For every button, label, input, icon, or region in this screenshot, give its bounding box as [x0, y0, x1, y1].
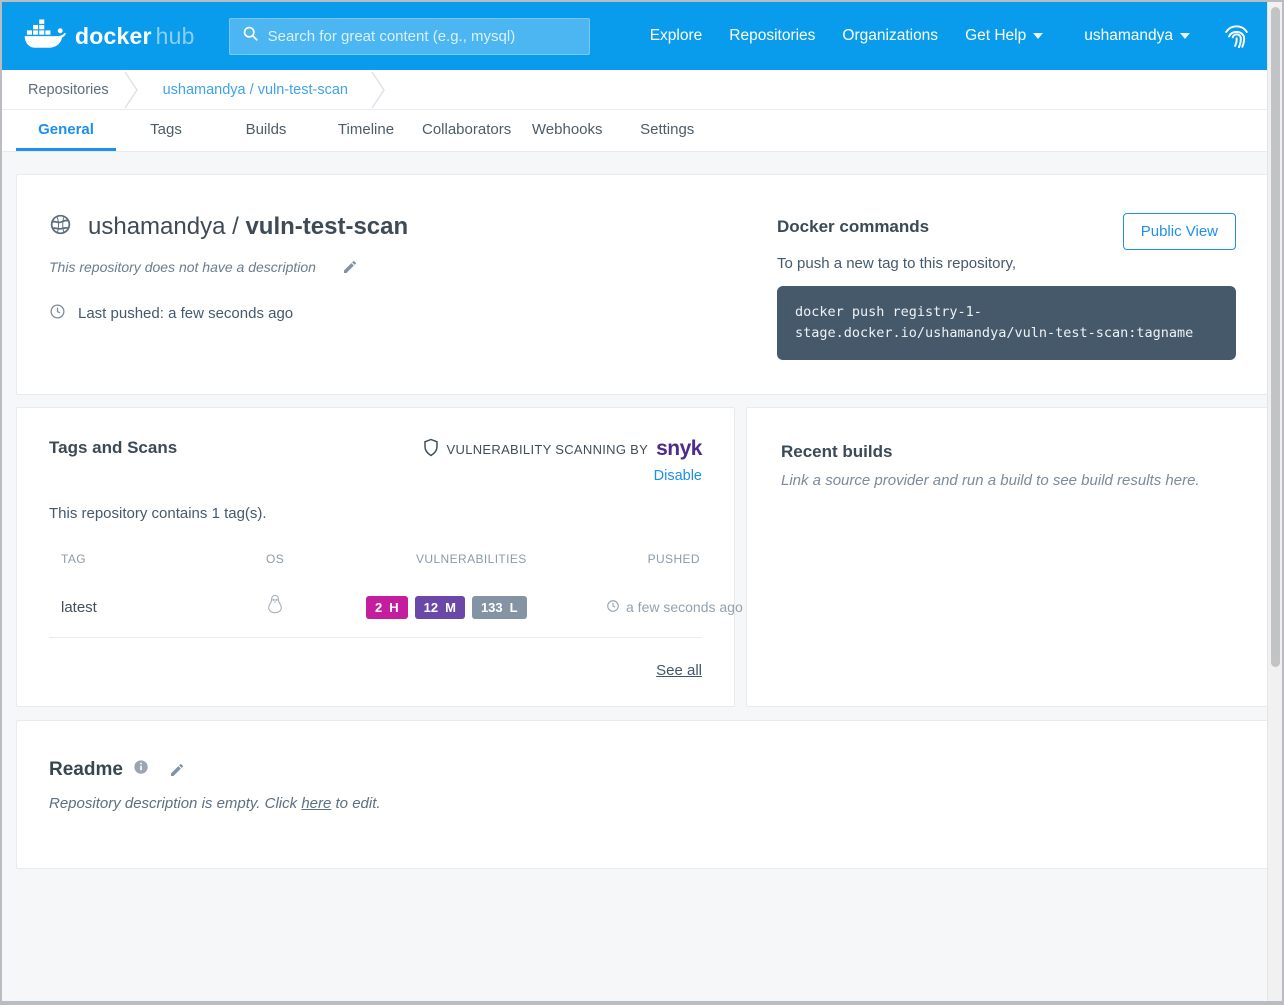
- breadcrumb-current-repo[interactable]: ushamandya / vuln-test-scan: [163, 70, 348, 109]
- tab-tags[interactable]: Tags: [116, 110, 216, 151]
- tags-table-header: TAG OS VULNERABILITIES PUSHED: [49, 552, 702, 580]
- repo-tabs: General Tags Builds Timeline Collaborato…: [2, 110, 1282, 152]
- brand-wordmark: dockerhub: [75, 23, 195, 50]
- recent-builds-title: Recent builds: [781, 442, 1234, 462]
- breadcrumb-chevron-icon: [123, 70, 145, 109]
- global-search[interactable]: [229, 18, 590, 55]
- tab-settings[interactable]: Settings: [617, 110, 717, 151]
- chevron-down-icon: [1180, 33, 1190, 39]
- tags-scans-title: Tags and Scans: [49, 438, 177, 458]
- medium-severity-badge[interactable]: 12M: [415, 596, 465, 619]
- chevron-down-icon: [1033, 33, 1043, 39]
- tag-pushed-time: a few seconds ago: [606, 599, 745, 616]
- tab-timeline[interactable]: Timeline: [316, 110, 416, 151]
- readme-empty-message: Repository description is empty. Click h…: [49, 795, 1236, 812]
- repo-owner: ushamandya /: [88, 213, 245, 240]
- tab-builds[interactable]: Builds: [216, 110, 316, 151]
- edit-here-link[interactable]: here: [301, 795, 331, 812]
- edit-readme-pencil-icon[interactable]: [169, 762, 185, 778]
- search-input[interactable]: [268, 28, 577, 45]
- top-navbar: dockerhub Explore Repositories Organizat…: [2, 2, 1282, 70]
- nav-repositories[interactable]: Repositories: [729, 27, 815, 45]
- repo-name: vuln-test-scan: [245, 213, 408, 240]
- tags-table: TAG OS VULNERABILITIES PUSHED latest: [49, 552, 702, 680]
- nav-explore[interactable]: Explore: [650, 27, 703, 45]
- docker-whale-icon: [24, 18, 66, 55]
- disable-scanning-link[interactable]: Disable: [654, 468, 702, 484]
- repo-description-placeholder: This repository does not have a descript…: [49, 259, 316, 275]
- page-title: ushamandya / vuln-test-scan: [88, 213, 408, 241]
- info-icon: [133, 759, 149, 780]
- nav-get-help-menu[interactable]: Get Help: [965, 27, 1043, 45]
- see-all-link[interactable]: See all: [656, 662, 702, 679]
- edit-description-pencil-icon[interactable]: [342, 259, 358, 275]
- docker-hub-logo[interactable]: dockerhub: [24, 18, 195, 55]
- readme-card: Readme Repository description is empty. …: [16, 720, 1269, 869]
- vertical-scrollbar[interactable]: [1267, 2, 1282, 1001]
- repo-info: ushamandya / vuln-test-scan This reposit…: [49, 213, 777, 360]
- breadcrumb-repositories[interactable]: Repositories: [28, 70, 109, 109]
- column-header-vulnerabilities: VULNERABILITIES: [416, 552, 606, 566]
- recent-builds-card: Recent builds Link a source provider and…: [746, 407, 1269, 707]
- globe-icon: [49, 213, 72, 241]
- tag-name-link[interactable]: latest: [61, 599, 266, 616]
- low-severity-badge[interactable]: 133L: [472, 596, 527, 619]
- clock-icon: [606, 599, 620, 616]
- vulnerability-scanning-block: VULNERABILITY SCANNING BY snyk Disable: [423, 438, 702, 485]
- docker-commands-panel: Docker commands Public View To push a ne…: [777, 213, 1236, 360]
- column-header-tag: TAG: [61, 552, 266, 566]
- recent-builds-empty-message: Link a source provider and run a build t…: [781, 472, 1234, 489]
- public-view-button[interactable]: Public View: [1123, 213, 1236, 250]
- clock-icon: [49, 303, 66, 324]
- high-severity-badge[interactable]: 2H: [366, 596, 408, 619]
- middle-row: Tags and Scans VULNERABILITY SCANNING BY…: [16, 407, 1269, 707]
- nav-user-menu[interactable]: ushamandya: [1084, 27, 1190, 45]
- column-header-pushed: PUSHED: [606, 552, 702, 566]
- tags-and-scans-card: Tags and Scans VULNERABILITY SCANNING BY…: [16, 407, 735, 707]
- docker-hub-repository-page: dockerhub Explore Repositories Organizat…: [0, 0, 1284, 1005]
- search-icon: [242, 25, 259, 47]
- column-header-os: OS: [266, 552, 416, 566]
- nav-organizations[interactable]: Organizations: [842, 27, 938, 45]
- scrollbar-thumb[interactable]: [1271, 7, 1280, 667]
- breadcrumb-chevron-icon: [370, 70, 392, 109]
- vulnerability-badges: 2H 12M 133L: [366, 596, 606, 619]
- tag-count-summary: This repository contains 1 tag(s).: [49, 505, 702, 522]
- table-row: latest 2H 12M 133L: [49, 580, 702, 638]
- last-pushed-text: Last pushed: a few seconds ago: [78, 305, 293, 322]
- shield-icon: [423, 438, 439, 462]
- tab-webhooks[interactable]: Webhooks: [517, 110, 617, 151]
- tab-collaborators[interactable]: Collaborators: [416, 110, 517, 151]
- tab-general[interactable]: General: [16, 110, 116, 151]
- fingerprint-avatar-icon[interactable]: [1221, 21, 1252, 52]
- breadcrumb: Repositories ushamandya / vuln-test-scan: [2, 70, 1282, 110]
- push-instruction-text: To push a new tag to this repository,: [777, 255, 1236, 272]
- navbar-links: Explore Repositories Organizations Get H…: [650, 21, 1252, 52]
- docker-push-command[interactable]: docker push registry-1-stage.docker.io/u…: [777, 286, 1236, 360]
- readme-title: Readme: [49, 759, 123, 781]
- scanning-by-label: VULNERABILITY SCANNING BY: [447, 442, 649, 457]
- snyk-logo: snyk: [656, 440, 702, 459]
- page-content: ushamandya / vuln-test-scan This reposit…: [2, 152, 1282, 869]
- repo-overview-card: ushamandya / vuln-test-scan This reposit…: [16, 174, 1269, 395]
